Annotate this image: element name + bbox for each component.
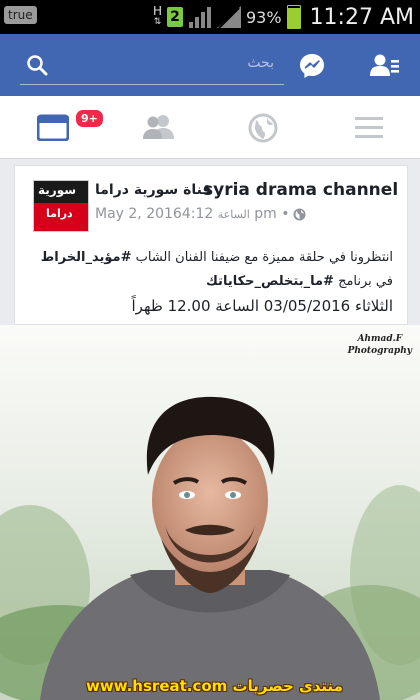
data-arrows-icon: ⇅ xyxy=(153,17,162,27)
signal-strength-icon xyxy=(189,7,211,28)
clock: 11:27 AM xyxy=(309,4,414,30)
navigation-tabs: 9+ xyxy=(0,96,420,159)
network-type-label: H xyxy=(152,4,162,18)
page-name-arabic[interactable]: قناة سورية دراما xyxy=(95,182,211,198)
post-body: انتظرونا في حلقة مميزة مع ضيفنا الفنان ا… xyxy=(23,246,393,318)
post-timestamp[interactable]: May 2, 2016 الساعة 4:12 pm • xyxy=(95,206,290,222)
post-line1-text: انتظرونا في حلقة مميزة مع ضيفنا الفنان ا… xyxy=(135,250,393,265)
site-watermark: www.hsreat.com منتدى حصريات xyxy=(86,677,343,695)
post-text-line-3: الثلاثاء 03/05/2016 الساعة 12.00 ظهراً xyxy=(131,297,394,315)
page-name-link[interactable]: syria drama channel xyxy=(203,180,398,200)
tab-friends[interactable] xyxy=(128,96,188,158)
post-text-line-1: انتظرونا في حلقة مميزة مع ضيفنا الفنان ا… xyxy=(23,246,393,270)
tab-menu[interactable] xyxy=(338,96,398,158)
facebook-header: بحث xyxy=(0,34,420,96)
messenger-icon[interactable] xyxy=(298,52,326,80)
photo-credit-name: Ahmad.F xyxy=(357,334,403,344)
post-card: سورية دراما syria drama channel قناة سور… xyxy=(14,165,408,325)
tab-news-feed[interactable]: 9+ xyxy=(22,96,105,158)
search-input[interactable]: بحث xyxy=(247,55,274,71)
photo-credit: Ahmad.F Photography xyxy=(348,333,412,357)
search-bar[interactable]: بحث xyxy=(20,46,284,85)
friends-icon xyxy=(143,115,174,139)
post-line2-text: في برنامج xyxy=(338,274,393,289)
meta-separator: • xyxy=(281,206,290,222)
privacy-globe-icon xyxy=(293,208,306,221)
tab-notifications[interactable] xyxy=(232,96,292,158)
post-photo[interactable]: Ahmad.F Photography www.hsreat.com منتدى… xyxy=(0,325,420,700)
post-text-line-2: في برنامج #ما_بتخلص_حكاياتك xyxy=(23,270,393,294)
avatar-text-top: سورية xyxy=(38,183,77,197)
post-time-prefix: الساعة xyxy=(217,208,250,221)
page-avatar[interactable]: سورية دراما xyxy=(33,180,89,232)
battery-percent: 93% xyxy=(246,7,282,27)
hashtag-link-1[interactable]: #مؤيد_الخراط xyxy=(41,250,132,265)
avatar-text-bottom: دراما xyxy=(46,207,73,220)
sim-indicator: 2 xyxy=(167,7,183,27)
status-bar: true H ⇅ 2 93% 11:27 AM xyxy=(0,0,420,34)
hashtag-link-2[interactable]: #ما_بتخلص_حكاياتك xyxy=(206,274,334,289)
status-right: H ⇅ 2 93% 11:27 AM xyxy=(153,2,414,32)
signal-strength-icon-2 xyxy=(217,6,241,28)
search-icon[interactable] xyxy=(26,54,48,76)
network-type-indicator: H ⇅ xyxy=(152,4,162,28)
news-feed-icon xyxy=(37,114,69,141)
post-date: May 2, 2016 xyxy=(95,206,182,222)
globe-icon xyxy=(248,113,278,143)
friend-requests-icon[interactable] xyxy=(370,54,400,78)
battery-icon xyxy=(286,5,301,29)
portrait-photo-image xyxy=(0,325,420,700)
news-feed-badge: 9+ xyxy=(74,108,105,129)
menu-icon xyxy=(355,117,383,138)
status-left: true xyxy=(4,4,37,30)
app-notification-badge: true xyxy=(4,6,37,24)
photo-credit-label: Photography xyxy=(347,346,412,356)
